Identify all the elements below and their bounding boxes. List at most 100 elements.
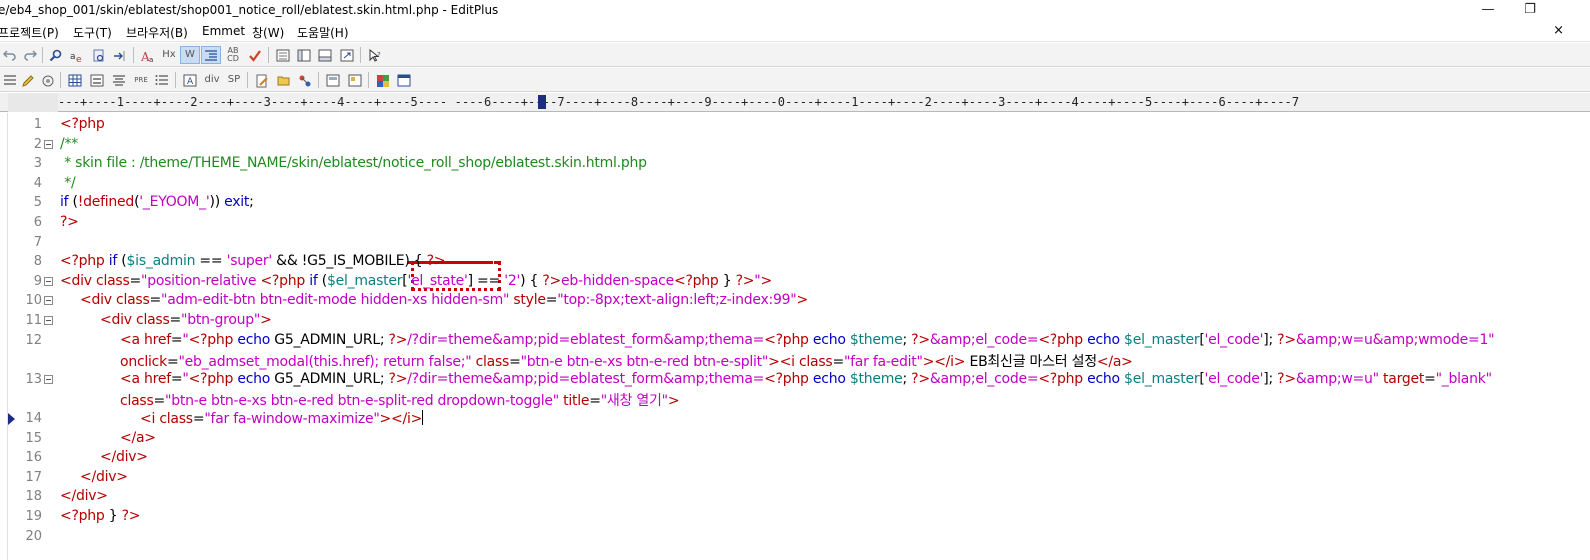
code-text: <?php if ($is_admin == 'super' && !G5_IS… — [60, 253, 446, 270]
code-line[interactable]: onclick="eb_admset_modal(this.href); ret… — [0, 350, 1590, 370]
code-line[interactable]: 1 <?php — [0, 115, 1590, 135]
code-token: if — [309, 272, 318, 289]
code-token: ]; — [1263, 370, 1278, 387]
fold-toggle-icon[interactable] — [44, 276, 53, 286]
restore-button[interactable]: ❐ — [1510, 0, 1550, 22]
preview-icon[interactable] — [323, 71, 343, 89]
directory-window-icon[interactable] — [294, 46, 314, 64]
fullscreen-icon[interactable] — [337, 46, 357, 64]
find-in-files-icon[interactable] — [89, 46, 109, 64]
code-token: = — [832, 354, 844, 371]
heading-button[interactable]: Hx — [159, 46, 179, 64]
div-button[interactable]: div — [201, 71, 223, 89]
code-token: $el_master — [1124, 370, 1200, 387]
table-icon[interactable] — [65, 71, 85, 89]
code-token: <?php — [260, 272, 306, 289]
code-line[interactable]: 8 <?php if ($is_admin == 'super' && !G5_I… — [0, 252, 1590, 272]
code-line[interactable]: 16 </div> — [0, 448, 1590, 468]
line-number: 2 — [33, 136, 42, 152]
code-token: !defined — [77, 194, 135, 211]
menu-tools[interactable]: 도구(T) — [73, 24, 112, 41]
word-wrap-button[interactable]: W — [180, 46, 200, 64]
code-line[interactable]: class="btn-e btn-e-xs btn-e-red btn-e-sp… — [0, 389, 1590, 409]
menu-browser[interactable]: 브라우저(B) — [126, 24, 188, 41]
line-numbers-icon[interactable] — [201, 46, 221, 64]
fold-toggle-icon[interactable] — [44, 139, 53, 149]
find-icon[interactable] — [46, 46, 66, 64]
code-line[interactable]: 4 */ — [0, 174, 1590, 194]
line-number: 13 — [25, 371, 42, 387]
code-token: = — [166, 354, 179, 371]
menu-help[interactable]: 도움말(H) — [297, 24, 349, 41]
code-line[interactable]: 5 if (!defined('_EYOOM_')) exit; — [0, 193, 1590, 213]
code-token: ?> — [1277, 370, 1296, 387]
fold-toggle-icon[interactable] — [44, 296, 53, 306]
code-token: <i — [140, 411, 156, 427]
code-token: $el_master — [326, 272, 403, 289]
code-line[interactable]: 12 <a href="<?php echo G5_ADMIN_URL; ?>/?… — [0, 331, 1590, 351]
menu-emmet[interactable]: Emmet — [202, 24, 245, 38]
fold-toggle-icon[interactable] — [44, 316, 53, 325]
align-center-icon[interactable] — [109, 71, 129, 89]
code-line[interactable]: 15 </a> — [0, 429, 1590, 449]
code-line[interactable]: 13 <a href="<?php echo G5_ADMIN_URL; ?>/?… — [0, 370, 1590, 390]
redo-icon[interactable] — [20, 46, 40, 64]
line-number: 8 — [33, 254, 42, 270]
view-panel-icon[interactable] — [273, 46, 293, 64]
code-line[interactable]: 11 <div class="btn-group"> — [0, 311, 1590, 331]
code-token: "새창 열기" — [600, 393, 668, 410]
output-window-icon[interactable] — [315, 46, 335, 64]
code-line[interactable]: 17 </div> — [0, 468, 1590, 488]
clip-tools-icon[interactable] — [295, 71, 315, 89]
replace-icon[interactable]: ae — [67, 46, 87, 64]
code-token: title — [563, 393, 590, 410]
code-line[interactable]: 18 </div> — [0, 487, 1590, 507]
undo-icon[interactable] — [0, 46, 20, 64]
help-pointer-icon[interactable]: ? — [365, 46, 385, 64]
menu-window[interactable]: 창(W) — [252, 24, 284, 41]
list-icon[interactable] — [152, 71, 172, 89]
code-line[interactable]: 7 — [0, 233, 1590, 253]
code-line[interactable]: 6 ?> — [0, 213, 1590, 233]
code-line[interactable]: 9 <div class="position-relative <?php if … — [0, 272, 1590, 292]
edit-pencil-icon[interactable] — [18, 71, 38, 89]
toolbar-separator — [247, 72, 248, 88]
code-token: </a> — [120, 429, 156, 446]
edit-document-icon[interactable] — [252, 71, 272, 89]
fold-toggle-icon[interactable] — [44, 374, 53, 384]
code-text: <a href="<?php echo G5_ADMIN_URL; ?>/?di… — [120, 332, 1495, 348]
document-close-button[interactable]: × — [1553, 23, 1564, 38]
code-token: = — [1424, 370, 1436, 387]
form-icon[interactable] — [87, 71, 107, 89]
line-number: 12 — [25, 332, 42, 348]
code-token: ?> — [426, 253, 446, 270]
goto-line-icon[interactable] — [110, 46, 130, 64]
code-line[interactable]: 10 <div class="adm-edit-btn btn-edit-mode… — [0, 291, 1590, 311]
pre-button[interactable]: PRE — [131, 71, 151, 89]
outdent-icon[interactable] — [0, 71, 20, 89]
font-icon[interactable]: Aa — [138, 46, 158, 64]
code-token: ; — [902, 370, 912, 387]
code-token: G5_ADMIN_URL; — [270, 370, 389, 387]
code-line[interactable]: 3 * skin file : /theme/THEME_NAME/skin/e… — [0, 154, 1590, 174]
code-editor[interactable]: 1 <?php 2 /** 3 * skin file : /theme/THEME_N… — [0, 113, 1590, 560]
spellcheck-icon[interactable] — [245, 46, 265, 64]
code-line[interactable]: 2 /** — [0, 135, 1590, 155]
text-caret — [422, 410, 424, 425]
code-token: class — [475, 354, 510, 371]
anchor-icon[interactable]: A — [180, 71, 200, 89]
color-picker-icon[interactable] — [38, 71, 58, 89]
color-grid-icon[interactable] — [373, 71, 393, 89]
code-line[interactable]: 19 <?php } ?> — [0, 507, 1590, 527]
menu-project[interactable]: 프로젝트(P) — [0, 24, 59, 41]
window-layout-icon[interactable] — [394, 71, 414, 89]
code-token: G5_IS_MOBILE — [307, 253, 405, 270]
browser-view-icon[interactable] — [345, 71, 365, 89]
code-text: <i class="far fa-window-maximize"></i> — [140, 410, 424, 427]
open-folder-icon[interactable] — [274, 71, 294, 89]
spell-abcd-button[interactable]: AB CD — [223, 46, 243, 64]
minimize-button[interactable]: — — [1468, 0, 1508, 22]
code-line[interactable]: 14 <i class="far fa-window-maximize"></i> — [0, 409, 1590, 429]
span-button[interactable]: SP — [224, 71, 244, 89]
code-line[interactable]: 20 — [0, 527, 1590, 547]
